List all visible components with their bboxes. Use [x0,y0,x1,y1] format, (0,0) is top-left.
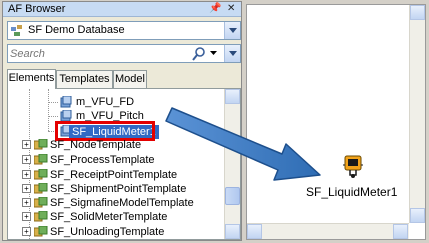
app-root: AF Browser 📌 ✕ SF Demo Database Search E… [0,0,429,243]
template-icon [34,169,48,180]
liquid-meter-icon[interactable] [341,155,365,179]
canvas-element-label: SF_LiquidMeter1 [306,185,398,199]
browser-title: AF Browser [8,3,66,15]
tree-vertical-scrollbar[interactable] [224,89,240,239]
scroll-right-button[interactable] [393,224,408,239]
template-icon [34,183,48,194]
chevron-down-icon [229,51,237,56]
canvas-horizontal-scrollbar[interactable] [247,223,409,239]
search-box[interactable] [7,44,241,63]
database-icon [11,25,22,36]
expand-icon[interactable]: + [22,212,31,221]
tree-guide-line [48,89,49,131]
expand-icon[interactable]: + [22,155,31,164]
scroll-left-button[interactable] [247,224,262,239]
database-name: SF Demo Database [28,24,125,36]
tab-elements[interactable]: Elements [7,69,56,89]
scroll-up-button[interactable] [410,5,425,20]
database-dropdown-button[interactable] [224,22,240,39]
template-icon [34,211,48,222]
tree-item-label: SF_SigmafineModelTemplate [50,197,194,209]
element-tree: m_VFU_FD m_VFU_Pitch SF_LiquidMeter1 + S… [7,88,241,240]
tree-item-label: SF_SolidMeterTemplate [50,211,168,223]
expand-icon[interactable]: + [22,198,31,207]
tab-templates[interactable]: Templates [56,70,113,89]
tree-item-label: SF_ProcessTemplate [50,154,155,166]
tree-item-label: SF_NodeTemplate [50,139,142,151]
tree-item-label: SF_UnloadingTemplate [50,226,165,238]
search-dropdown-button[interactable] [224,45,240,62]
canvas-vertical-scrollbar[interactable] [409,5,425,223]
expand-icon[interactable]: + [22,170,31,179]
scroll-thumb[interactable] [225,187,240,205]
tab-model[interactable]: Model [113,70,147,89]
search-input[interactable] [10,46,180,61]
tree-item-label: SF_ShipmentPointTemplate [50,183,187,195]
scroll-down-button[interactable] [225,224,240,239]
element-icon [60,96,72,108]
close-icon[interactable]: ✕ [227,3,235,15]
template-icon [34,226,48,237]
scroll-down-button[interactable] [410,208,425,223]
search-options-icon[interactable] [210,51,217,55]
tree-item-label: m_VFU_FD [76,96,135,108]
model-canvas[interactable]: SF_LiquidMeter1 [246,4,426,240]
chevron-down-icon [229,28,237,33]
template-icon [34,197,48,208]
expand-icon[interactable]: + [22,140,31,149]
tree-item-label: SF_ReceiptPointTemplate [50,169,178,181]
database-selector[interactable]: SF Demo Database [7,21,241,40]
template-icon [34,139,48,150]
template-icon [34,154,48,165]
pin-icon[interactable]: 📌 [209,3,221,15]
browser-titlebar: AF Browser 📌 ✕ [3,2,241,17]
scroll-up-button[interactable] [225,89,240,104]
search-icon[interactable] [191,46,207,62]
expand-icon[interactable]: + [22,227,31,236]
af-browser-panel: AF Browser 📌 ✕ SF Demo Database Search E… [2,1,242,241]
expand-icon[interactable]: + [22,184,31,193]
